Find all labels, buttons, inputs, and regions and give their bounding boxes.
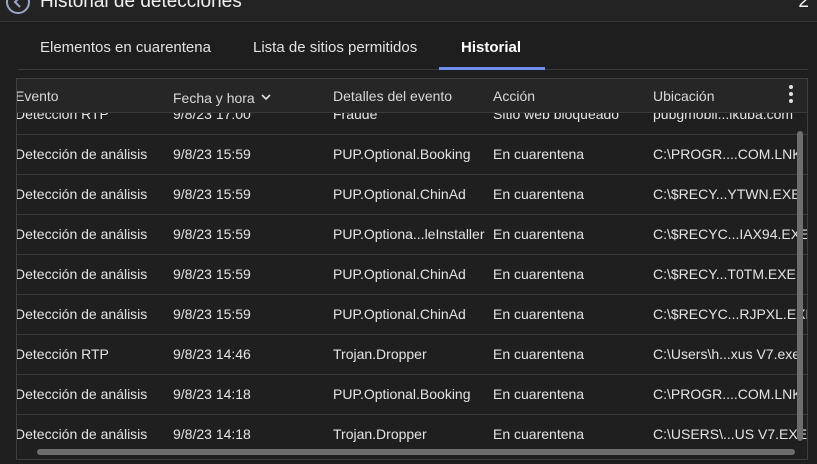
cell-action: En cuarentena (493, 346, 585, 362)
cell-details: PUP.Optional.Booking (333, 146, 471, 162)
cell-details: PUP.Optional.ChinAd (333, 266, 466, 282)
more-vertical-icon[interactable] (787, 85, 795, 107)
tab-quarantine[interactable]: Elementos en cuarentena (18, 30, 233, 70)
cell-location: C:\USERS\...US V7.EXE (653, 426, 807, 442)
cell-details: PUP.Optional.ChinAd (333, 306, 466, 322)
cell-event: Detección de análisis (17, 226, 148, 242)
cell-location: C:\PROGR....COM.LNK (653, 146, 802, 162)
cell-action: En cuarentena (493, 306, 585, 322)
cell-event: Detección de análisis (17, 306, 148, 322)
column-header-datetime[interactable]: Fecha y hora (173, 88, 271, 106)
cell-datetime: 9/8/23 14:18 (173, 426, 251, 442)
cell-datetime: 9/8/23 15:59 (173, 226, 251, 242)
cell-datetime: 9/8/23 17:00 (173, 113, 251, 122)
cell-event: Detección de análisis (17, 186, 148, 202)
cell-action: En cuarentena (493, 186, 585, 202)
cell-action: Sitio web bloqueado (493, 113, 620, 122)
page-title: Historial de detecciones (40, 0, 242, 12)
cell-action: En cuarentena (493, 226, 585, 242)
cell-datetime: 9/8/23 14:18 (173, 386, 251, 402)
table-header: Evento Fecha y hora Detalles del evento … (17, 79, 807, 113)
cell-datetime: 9/8/23 14:46 (173, 346, 251, 362)
cell-datetime: 9/8/23 15:59 (173, 306, 251, 322)
column-header-datetime-label: Fecha y hora (173, 90, 255, 106)
cell-location: C:\$RECYC...RJPXL.EXE (653, 306, 807, 322)
cell-event: Detección de análisis (17, 426, 148, 442)
table-row[interactable]: Detección de análisis 9/8/23 15:59 PUP.Opt… (17, 295, 807, 335)
cell-datetime: 9/8/23 15:59 (173, 186, 251, 202)
cell-event: Detección RTP (17, 346, 109, 362)
cell-event: Detección de análisis (17, 146, 148, 162)
cell-details: Fraude (333, 113, 378, 122)
header-count: 2 (798, 0, 809, 12)
cell-location: C:\Users\h...xus V7.exe (653, 346, 801, 362)
history-table: Evento Fecha y hora Detalles del evento … (16, 78, 808, 460)
column-header-location[interactable]: Ubicación (653, 88, 714, 104)
column-header-event[interactable]: Evento (17, 88, 59, 104)
cell-action: En cuarentena (493, 266, 585, 282)
table-body: Detección RTP 9/8/23 17:00 Fraude Sitio web… (17, 113, 807, 445)
table-row[interactable]: Detección de análisis 9/8/23 14:18 Trojan.… (17, 415, 807, 445)
table-row[interactable]: Detección de análisis 9/8/23 15:59 PUP.Opt… (17, 135, 807, 175)
cell-location: pubgmobil...ikuba.com (653, 113, 794, 122)
cell-details: Trojan.Dropper (333, 346, 427, 362)
cell-location: C:\$RECYC...IAX94.EXE (653, 226, 807, 242)
cell-details: Trojan.Dropper (333, 426, 427, 442)
column-header-action[interactable]: Acción (493, 88, 535, 104)
cell-location: C:\$RECY...T0TM.EXE (653, 266, 796, 282)
cell-details: PUP.Optiona...leInstaller (333, 226, 485, 242)
tab-bar: Elementos en cuarentena Lista de sitios … (18, 30, 808, 70)
cell-event: Detección de análisis (17, 266, 148, 282)
tab-history[interactable]: Historial (439, 30, 545, 70)
horizontal-scrollbar[interactable] (37, 449, 795, 455)
table-row[interactable]: Detección RTP 9/8/23 14:46 Trojan.Dropper E… (17, 335, 807, 375)
cell-location: C:\PROGR....COM.LNK (653, 386, 802, 402)
table-row[interactable]: Detección de análisis 9/8/23 15:59 PUP.Opt… (17, 215, 807, 255)
detection-history-window: Historial de detecciones 2 Elementos en … (0, 0, 817, 464)
cell-datetime: 9/8/23 15:59 (173, 146, 251, 162)
cell-location: C:\$RECY...YTWN.EXE (653, 186, 801, 202)
cell-details: PUP.Optional.Booking (333, 386, 471, 402)
cell-event: Detección de análisis (17, 386, 148, 402)
chevron-down-icon (261, 88, 271, 104)
cell-details: PUP.Optional.ChinAd (333, 186, 466, 202)
column-header-details[interactable]: Detalles del evento (333, 88, 452, 104)
back-arrow-icon[interactable] (6, 0, 30, 14)
table-row[interactable]: Detección RTP 9/8/23 17:00 Fraude Sitio web… (17, 113, 807, 135)
table-rows: Detección RTP 9/8/23 17:00 Fraude Sitio web… (17, 113, 807, 445)
table-row[interactable]: Detección de análisis 9/8/23 15:59 PUP.Opt… (17, 175, 807, 215)
cell-datetime: 9/8/23 15:59 (173, 266, 251, 282)
cell-event: Detección RTP (17, 113, 109, 122)
tab-allow-list[interactable]: Lista de sitios permitidos (231, 30, 439, 70)
table-row[interactable]: Detección de análisis 9/8/23 15:59 PUP.Opt… (17, 255, 807, 295)
cell-action: En cuarentena (493, 386, 585, 402)
cell-action: En cuarentena (493, 146, 585, 162)
vertical-scrollbar[interactable] (797, 131, 803, 441)
table-row[interactable]: Detección de análisis 9/8/23 14:18 PUP.Opt… (17, 375, 807, 415)
header-bar: Historial de detecciones 2 (0, 0, 817, 22)
cell-action: En cuarentena (493, 426, 585, 442)
